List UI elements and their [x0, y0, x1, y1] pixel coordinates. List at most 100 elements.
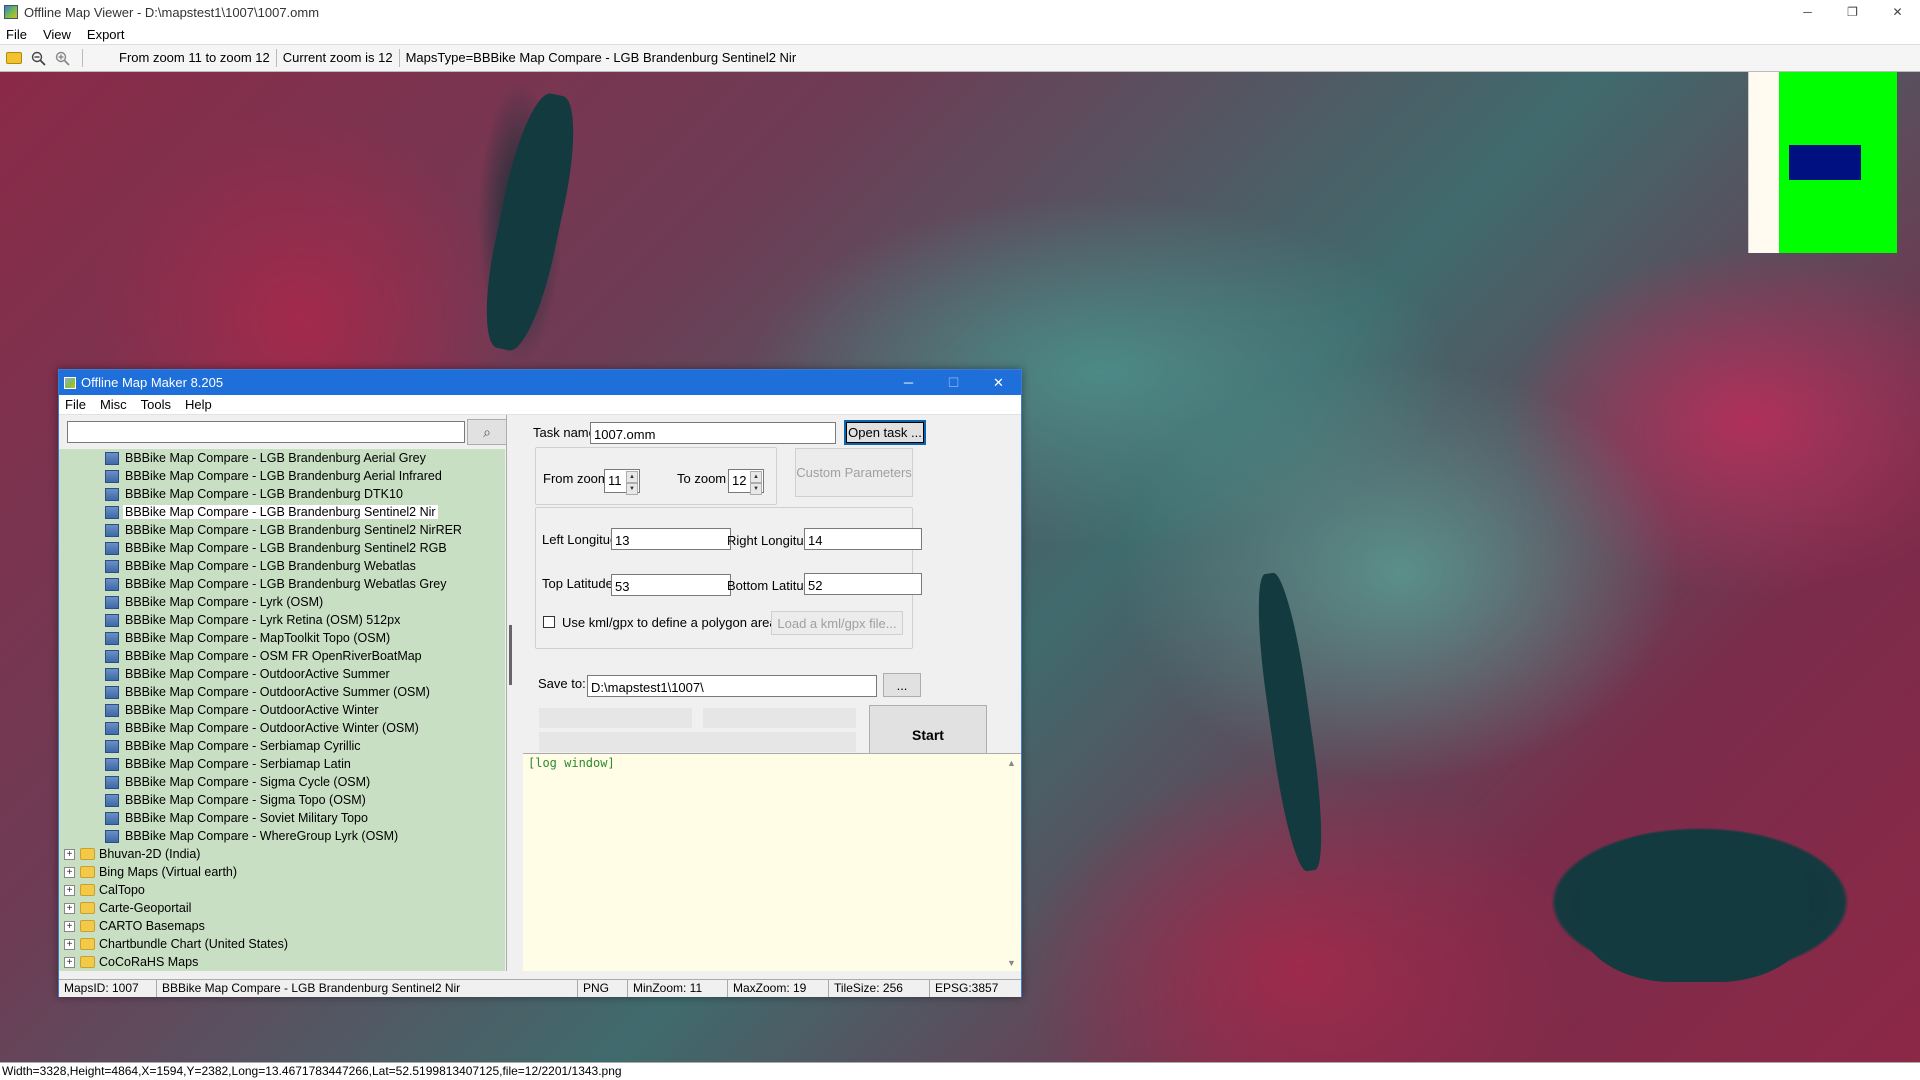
dialog-menu-file[interactable]: File — [65, 397, 86, 412]
tree-item[interactable]: BBBike Map Compare - LGB Brandenburg Web… — [59, 575, 505, 593]
expand-icon[interactable]: + — [64, 956, 75, 968]
tree-item[interactable]: BBBike Map Compare - OutdoorActive Winte… — [59, 719, 505, 737]
tree-item[interactable]: BBBike Map Compare - OutdoorActive Winte… — [59, 701, 505, 719]
dialog-close-button[interactable]: ✕ — [976, 370, 1021, 395]
map-layer-icon — [105, 793, 119, 807]
expand-icon[interactable]: + — [64, 920, 75, 932]
tree-folder[interactable]: + CalTopo — [59, 881, 505, 899]
tree-item[interactable]: BBBike Map Compare - Sigma Cycle (OSM) — [59, 773, 505, 791]
tree-item[interactable]: BBBike Map Compare - LGB Brandenburg Sen… — [59, 521, 505, 539]
maximize-button[interactable]: ❐ — [1830, 0, 1875, 24]
map-layer-icon — [105, 829, 119, 843]
close-button[interactable]: ✕ — [1875, 0, 1920, 24]
zoom-out-icon[interactable] — [30, 50, 46, 66]
expand-icon[interactable]: + — [64, 938, 75, 950]
toolbar: From zoom 11 to zoom 12 Current zoom is … — [0, 44, 1920, 72]
from-zoom-spinner[interactable]: 11 ▲ ▼ — [604, 469, 640, 495]
tree-folder[interactable]: + Carte-Geoportail — [59, 899, 505, 917]
minimap[interactable] — [1748, 72, 1897, 253]
task-name-label: Task name — [533, 425, 596, 440]
tree-folder[interactable]: + Bhuvan-2D (India) — [59, 845, 505, 863]
spin-up-icon[interactable]: ▲ — [750, 471, 762, 483]
tree-item-label: BBBike Map Compare - LGB Brandenburg Sen… — [125, 541, 447, 555]
spin-down-icon[interactable]: ▼ — [750, 483, 762, 495]
dialog-menu-misc[interactable]: Misc — [100, 397, 127, 412]
tree-item[interactable]: BBBike Map Compare - Lyrk (OSM) — [59, 593, 505, 611]
tree-item[interactable]: BBBike Map Compare - WhereGroup Lyrk (OS… — [59, 827, 505, 845]
tree-folder[interactable]: + Chartbundle Chart (United States) — [59, 935, 505, 953]
dialog-menu-tools[interactable]: Tools — [141, 397, 171, 412]
map-layer-icon — [105, 613, 119, 627]
tree-item-label: BBBike Map Compare - Sigma Cycle (OSM) — [125, 775, 371, 789]
tree-item[interactable]: BBBike Map Compare - OutdoorActive Summe… — [59, 683, 505, 701]
kml-checkbox[interactable] — [543, 616, 555, 628]
tree-item[interactable]: BBBike Map Compare - LGB Brandenburg Sen… — [59, 539, 505, 557]
tree-folder[interactable]: + CARTO Basemaps — [59, 917, 505, 935]
from-zoom-label: From zoom — [543, 471, 609, 486]
tree-item[interactable]: BBBike Map Compare - OutdoorActive Summe… — [59, 665, 505, 683]
tree-scrollbar[interactable] — [505, 449, 523, 971]
search-button[interactable]: ⌕ — [467, 419, 507, 445]
dialog-minimize-button[interactable]: ─ — [886, 370, 931, 395]
log-window[interactable]: [log window] ▲ ▼ — [523, 753, 1021, 971]
tree-item-label: BBBike Map Compare - OSM FR OpenRiverBoa… — [125, 649, 422, 663]
map-tree[interactable]: BBBike Map Compare - LGB Brandenburg Aer… — [59, 449, 505, 971]
dialog-menu-help[interactable]: Help — [185, 397, 212, 412]
folder-icon — [80, 956, 95, 968]
scroll-up-icon[interactable]: ▲ — [1007, 758, 1016, 768]
expand-icon[interactable]: + — [64, 884, 75, 896]
tree-item[interactable]: BBBike Map Compare - LGB Brandenburg Web… — [59, 557, 505, 575]
open-task-button[interactable]: Open task ... — [844, 420, 926, 445]
browse-button[interactable]: ... — [883, 673, 921, 697]
status-bar: Width=3328,Height=4864,X=1594,Y=2382,Lon… — [0, 1062, 1920, 1080]
tree-folder[interactable]: + Bing Maps (Virtual earth) — [59, 863, 505, 881]
tree-scroll-thumb[interactable] — [509, 625, 512, 685]
folder-icon — [80, 920, 95, 932]
status-min-zoom: MinZoom: 11 — [628, 980, 728, 997]
tree-item[interactable]: BBBike Map Compare - Soviet Military Top… — [59, 809, 505, 827]
tree-item[interactable]: BBBike Map Compare - OSM FR OpenRiverBoa… — [59, 647, 505, 665]
tree-item-label: BBBike Map Compare - WhereGroup Lyrk (OS… — [125, 829, 399, 843]
tree-item[interactable]: BBBike Map Compare - LGB Brandenburg Sen… — [59, 503, 505, 521]
folder-icon — [80, 902, 95, 914]
right-longitude-input[interactable] — [804, 528, 922, 550]
tree-folder-label: CalTopo — [99, 883, 145, 897]
to-zoom-spinner[interactable]: 12 ▲ ▼ — [728, 469, 764, 495]
tree-item[interactable]: BBBike Map Compare - LGB Brandenburg DTK… — [59, 485, 505, 503]
spin-down-icon[interactable]: ▼ — [626, 483, 638, 495]
expand-icon[interactable]: + — [64, 866, 75, 878]
status-tile-size: TileSize: 256 — [829, 980, 930, 997]
menu-file[interactable]: File — [6, 27, 27, 42]
expand-icon[interactable]: + — [64, 848, 75, 860]
tree-item-label: BBBike Map Compare - Sigma Topo (OSM) — [125, 793, 366, 807]
menu-export[interactable]: Export — [87, 27, 125, 42]
expand-icon[interactable]: + — [64, 902, 75, 914]
top-latitude-input[interactable] — [611, 574, 731, 596]
log-scrollbar[interactable]: ▲ ▼ — [1003, 754, 1021, 972]
left-longitude-input[interactable] — [611, 528, 731, 550]
tree-item[interactable]: BBBike Map Compare - Serbiamap Cyrillic — [59, 737, 505, 755]
save-to-input[interactable] — [587, 675, 877, 697]
map-layer-icon — [105, 775, 119, 789]
tree-item[interactable]: BBBike Map Compare - LGB Brandenburg Aer… — [59, 449, 505, 467]
tree-folder[interactable]: + CoCoRaHS Maps — [59, 953, 505, 971]
bottom-latitude-input[interactable] — [804, 573, 922, 595]
tree-item[interactable]: BBBike Map Compare - Lyrk Retina (OSM) 5… — [59, 611, 505, 629]
status-maps-id: MapsID: 1007 — [59, 980, 157, 997]
open-folder-icon[interactable] — [6, 52, 22, 64]
progress-bar — [539, 732, 856, 752]
tree-item[interactable]: BBBike Map Compare - Sigma Topo (OSM) — [59, 791, 505, 809]
zoom-in-icon[interactable] — [54, 50, 70, 66]
tree-item[interactable]: BBBike Map Compare - MapToolkit Topo (OS… — [59, 629, 505, 647]
kml-checkbox-label: Use kml/gpx to define a polygon area — [562, 615, 777, 630]
map-search-input[interactable] — [67, 421, 465, 443]
tree-item[interactable]: BBBike Map Compare - LGB Brandenburg Aer… — [59, 467, 505, 485]
tree-folder-label: Chartbundle Chart (United States) — [99, 937, 288, 951]
task-name-input[interactable] — [590, 422, 836, 444]
minimize-button[interactable]: ─ — [1785, 0, 1830, 24]
tree-item[interactable]: BBBike Map Compare - Serbiamap Latin — [59, 755, 505, 773]
spin-up-icon[interactable]: ▲ — [626, 471, 638, 483]
minimap-viewport[interactable] — [1789, 145, 1861, 180]
menu-view[interactable]: View — [43, 27, 71, 42]
scroll-down-icon[interactable]: ▼ — [1007, 958, 1016, 968]
